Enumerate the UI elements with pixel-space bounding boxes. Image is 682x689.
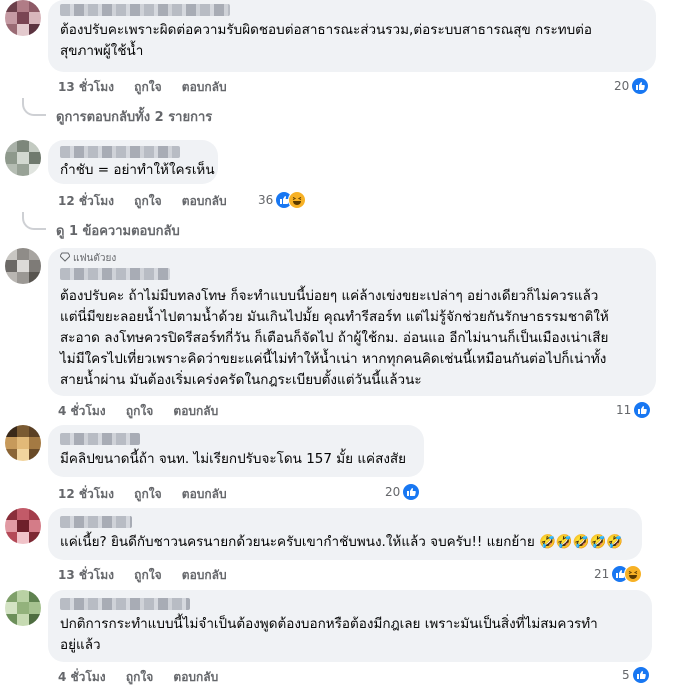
comment-text: ปกติการกระทำแบบนี้ไม่จำเป็นต้องพูดต้องบอ… — [60, 616, 598, 653]
comment-bubble: กำชับ = อย่าทำให้ใครเห็น — [48, 140, 218, 184]
reply-button[interactable]: ตอบกลับ — [182, 194, 227, 208]
like-icon — [631, 666, 650, 684]
reply-button[interactable]: ตอบกลับ — [182, 568, 227, 582]
comment-text: กำชับ = อย่าทำให้ใครเห็น — [60, 162, 215, 178]
comment-text: แค่เนี้ย? ยินดีกับชาวนครนายกด้วยนะครับเข… — [60, 534, 624, 550]
comment-time[interactable]: 4 ชั่วโมง — [58, 404, 106, 418]
like-button[interactable]: ถูกใจ — [134, 568, 161, 582]
comment-bubble: มีคลิปขนาดนี้ถ้า จนท. ไม่เรียกปรับจะโดน … — [48, 425, 424, 477]
reaction-count: 21 — [594, 567, 610, 581]
like-button[interactable]: ถูกใจ — [134, 194, 161, 208]
reaction-count: 11 — [616, 403, 632, 417]
reaction-summary[interactable]: 36 — [258, 190, 307, 210]
reply-button[interactable]: ตอบกลับ — [173, 404, 218, 418]
reply-button[interactable]: ตอบกลับ — [182, 487, 227, 501]
comment-text: มีคลิปขนาดนี้ถ้า จนท. ไม่เรียกปรับจะโดน … — [60, 451, 407, 467]
commenter-name[interactable] — [60, 516, 132, 528]
reply-button[interactable]: ตอบกลับ — [173, 670, 218, 684]
thread-connector — [22, 98, 46, 116]
view-replies-link[interactable]: ดู 1 ข้อความตอบกลับ — [56, 220, 180, 241]
comment-time[interactable]: 12 ชั่วโมง — [58, 487, 114, 501]
comment-time[interactable]: 13 ชั่วโมง — [58, 568, 114, 582]
reply-button[interactable]: ตอบกลับ — [182, 80, 227, 94]
avatar[interactable] — [5, 140, 41, 176]
like-button[interactable]: ถูกใจ — [134, 487, 161, 501]
reaction-count: 36 — [258, 193, 274, 207]
commenter-name[interactable] — [60, 433, 140, 445]
top-fan-badge: แฟนตัวยง — [60, 251, 116, 266]
comment-time[interactable]: 13 ชั่วโมง — [58, 80, 114, 94]
like-icon — [633, 401, 652, 419]
badge-label: แฟนตัวยง — [73, 253, 117, 264]
comment-bubble: แค่เนี้ย? ยินดีกับชาวนครนายกด้วยนะครับเข… — [48, 508, 642, 560]
reaction-summary[interactable]: 21 — [594, 564, 643, 584]
reaction-count: 5 — [622, 668, 630, 682]
commenter-name[interactable] — [60, 268, 170, 280]
reaction-summary[interactable]: 5 — [622, 665, 650, 685]
haha-icon — [624, 565, 643, 583]
comment-actions: 12 ชั่วโมง ถูกใจ ตอบกลับ — [58, 192, 243, 211]
reaction-summary[interactable]: 20 — [385, 482, 421, 502]
comment-actions: 12 ชั่วโมง ถูกใจ ตอบกลับ — [58, 485, 243, 504]
comment-actions: 4 ชั่วโมง ถูกใจ ตอบกลับ — [58, 402, 234, 421]
commenter-name[interactable] — [60, 598, 190, 610]
like-button[interactable]: ถูกใจ — [134, 80, 161, 94]
comment-bubble: ต้องปรับคะเพราะผิดต่อความรับผิดชอบต่อสาธ… — [48, 0, 656, 72]
comment-time[interactable]: 12 ชั่วโมง — [58, 194, 114, 208]
comment-bubble: ปกติการกระทำแบบนี้ไม่จำเป็นต้องพูดต้องบอ… — [48, 590, 652, 662]
comment-actions: 13 ชั่วโมง ถูกใจ ตอบกลับ — [58, 566, 243, 585]
comment-bubble: แฟนตัวยง ต้องปรับคะ ถ้าไม่มีบทลงโทษ ก็จะ… — [48, 248, 656, 396]
avatar[interactable] — [5, 508, 41, 544]
comment-time[interactable]: 4 ชั่วโมง — [58, 670, 106, 684]
like-button[interactable]: ถูกใจ — [126, 404, 153, 418]
reaction-summary[interactable]: 20 — [614, 76, 650, 96]
like-button[interactable]: ถูกใจ — [126, 670, 153, 684]
avatar[interactable] — [5, 0, 41, 36]
commenter-name[interactable] — [60, 146, 180, 158]
comment-text: ต้องปรับคะ ถ้าไม่มีบทลงโทษ ก็จะทำแบบนี้บ… — [60, 288, 609, 388]
comment-text: ต้องปรับคะเพราะผิดต่อความรับผิดชอบต่อสาธ… — [60, 22, 593, 59]
avatar[interactable] — [5, 590, 41, 626]
avatar[interactable] — [5, 425, 41, 461]
haha-icon — [288, 191, 307, 209]
comment-actions: 4 ชั่วโมง ถูกใจ ตอบกลับ — [58, 668, 234, 687]
like-icon — [402, 483, 421, 501]
view-replies-link[interactable]: ดูการตอบกลับทั้ง 2 รายการ — [56, 106, 212, 127]
reaction-summary[interactable]: 11 — [616, 400, 652, 420]
reaction-count: 20 — [614, 79, 630, 93]
diamond-icon — [60, 252, 70, 262]
thread-connector — [22, 212, 46, 230]
commenter-name[interactable] — [60, 4, 230, 16]
reaction-count: 20 — [385, 485, 401, 499]
avatar[interactable] — [5, 248, 41, 284]
like-icon — [631, 77, 650, 95]
comment-actions: 13 ชั่วโมง ถูกใจ ตอบกลับ — [58, 78, 243, 97]
